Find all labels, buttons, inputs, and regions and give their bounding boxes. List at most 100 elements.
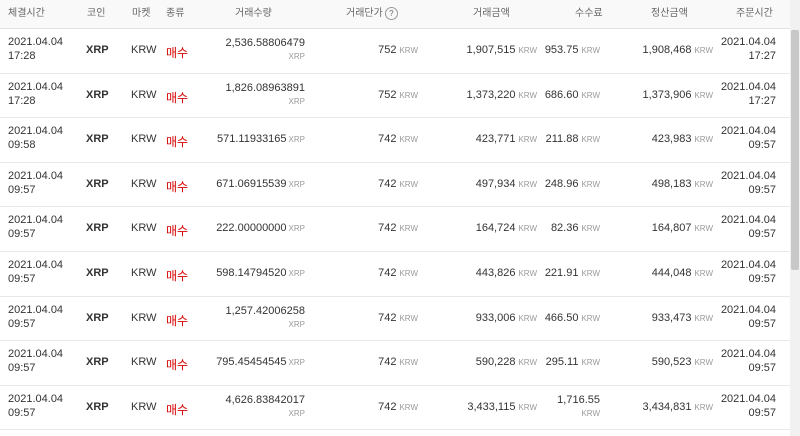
table-row: 2021.04.04 09:57 XRP KRW 매수 1,257.42006258 XRP…	[0, 297, 790, 342]
price: 742 KRW	[378, 356, 418, 368]
price-value: 742	[378, 311, 397, 324]
amount: 3,433,115 KRW	[467, 401, 537, 413]
order-clock: 09:57	[748, 406, 776, 419]
exec-time: 2021.04.04 09:57	[8, 213, 63, 241]
price-value: 742	[378, 356, 397, 369]
market: KRW	[131, 222, 157, 235]
amount-value: 1,907,515	[466, 44, 516, 56]
trade-type: 매수	[166, 135, 189, 150]
order-time: 2021.04.04 09:57	[721, 392, 776, 420]
market: KRW	[131, 311, 157, 324]
volume: 222.00000000 XRP	[216, 222, 305, 235]
fee: 295.11 KRW	[546, 356, 600, 368]
market: KRW	[131, 400, 157, 413]
fee-value: 248.96	[544, 177, 579, 190]
amount-unit: KRW	[518, 46, 537, 55]
exec-clock: 17:28	[8, 50, 36, 62]
amount-value: 497,934	[475, 177, 516, 190]
amount-value: 590,228	[475, 356, 516, 369]
exec-clock: 09:57	[8, 406, 36, 419]
scrollbar[interactable]	[790, 0, 800, 436]
exec-time: 2021.04.04 17:28	[8, 80, 63, 108]
settlement: 3,434,831 KRW	[643, 401, 713, 413]
coin: XRP	[86, 44, 109, 56]
scrollbar-thumb[interactable]	[791, 30, 799, 270]
fee-value: 295.11	[545, 356, 579, 369]
coin: XRP	[86, 266, 109, 279]
volume-unit: XRP	[288, 319, 305, 329]
market: KRW	[131, 266, 157, 279]
fee-value: 466.50	[544, 311, 579, 324]
market: KRW	[131, 356, 157, 369]
market: KRW	[131, 88, 157, 101]
settlement-value: 423,983	[651, 133, 692, 146]
settlement-value: 164,807	[651, 222, 692, 235]
amount: 1,373,220 KRW	[467, 89, 537, 101]
settlement: 1,373,906 KRW	[643, 89, 713, 101]
price-unit: KRW	[399, 179, 418, 189]
amount: 443,826 KRW	[476, 267, 537, 279]
amount-value: 3,433,115	[467, 400, 516, 413]
fee: 221.91 KRW	[545, 267, 600, 279]
price-value: 752	[378, 44, 397, 56]
volume-unit: XRP	[288, 52, 305, 61]
price-value: 752	[378, 88, 397, 101]
settlement: 164,807 KRW	[652, 222, 713, 234]
exec-clock: 17:28	[8, 94, 36, 107]
trade-type: 매수	[166, 46, 189, 60]
amount: 590,228 KRW	[476, 356, 537, 368]
header-amount: 거래금액	[473, 8, 510, 19]
amount-unit: KRW	[518, 358, 537, 368]
exec-date: 2021.04.04	[8, 214, 64, 227]
price: 742 KRW	[378, 133, 418, 145]
amount-unit: KRW	[518, 402, 537, 412]
price-unit: KRW	[399, 268, 418, 278]
volume: 671.06915539 XRP	[216, 178, 305, 191]
price: 752 KRW	[378, 44, 418, 56]
help-icon[interactable]: ?	[384, 6, 398, 20]
amount-unit: KRW	[518, 90, 537, 100]
order-date: 2021.04.04	[720, 258, 776, 271]
exec-date: 2021.04.04	[8, 258, 64, 271]
price-unit: KRW	[399, 46, 418, 55]
volume-value: 671.06915539	[216, 177, 287, 190]
exec-date: 2021.04.04	[8, 303, 64, 316]
exec-clock: 09:57	[8, 183, 36, 196]
volume-unit: XRP	[288, 224, 305, 234]
volume: 1,826.08963891 XRP	[225, 82, 305, 108]
exec-time: 2021.04.04 09:57	[8, 392, 63, 420]
fee-value: 1,716.55	[557, 393, 600, 406]
order-date: 2021.04.04	[720, 348, 776, 361]
coin: XRP	[86, 222, 109, 235]
price-value: 742	[378, 133, 397, 146]
settlement: 933,473 KRW	[652, 312, 713, 324]
exec-date: 2021.04.04	[8, 36, 64, 48]
price: 752 KRW	[378, 89, 418, 101]
order-clock: 09:57	[748, 272, 776, 285]
fee-unit: KRW	[581, 90, 600, 100]
amount-value: 164,724	[475, 222, 516, 235]
order-time: 2021.04.04 09:57	[721, 213, 776, 241]
amount-unit: KRW	[518, 135, 537, 145]
order-date: 2021.04.04	[720, 169, 776, 182]
settlement-unit: KRW	[694, 179, 713, 189]
order-clock: 09:57	[748, 139, 776, 152]
exec-time: 2021.04.04 09:58	[8, 124, 63, 152]
amount-unit: KRW	[518, 268, 537, 278]
fee-value: 221.91	[544, 266, 579, 279]
fee-unit: KRW	[581, 224, 600, 234]
market: KRW	[131, 44, 157, 56]
volume-unit: XRP	[288, 408, 305, 418]
fee-unit: KRW	[581, 179, 600, 189]
order-date: 2021.04.04	[720, 303, 776, 316]
trade-type: 매수	[166, 90, 189, 105]
fee: 953.75 KRW	[545, 44, 600, 56]
coin: XRP	[86, 356, 109, 369]
table-row: 2021.04.04 09:57 XRP KRW 매수 795.45454545 XRP 74…	[0, 341, 790, 386]
exec-time: 2021.04.04 09:57	[8, 303, 63, 331]
price-value: 742	[378, 400, 397, 413]
amount-unit: KRW	[518, 313, 537, 323]
table-header: 체결시간 코인 마켓 종류 거래수량 거래단가? 거래금액 수수료 정산금액 주…	[0, 0, 790, 29]
amount-unit: KRW	[518, 179, 537, 189]
order-time: 2021.04.04 09:57	[721, 258, 776, 286]
